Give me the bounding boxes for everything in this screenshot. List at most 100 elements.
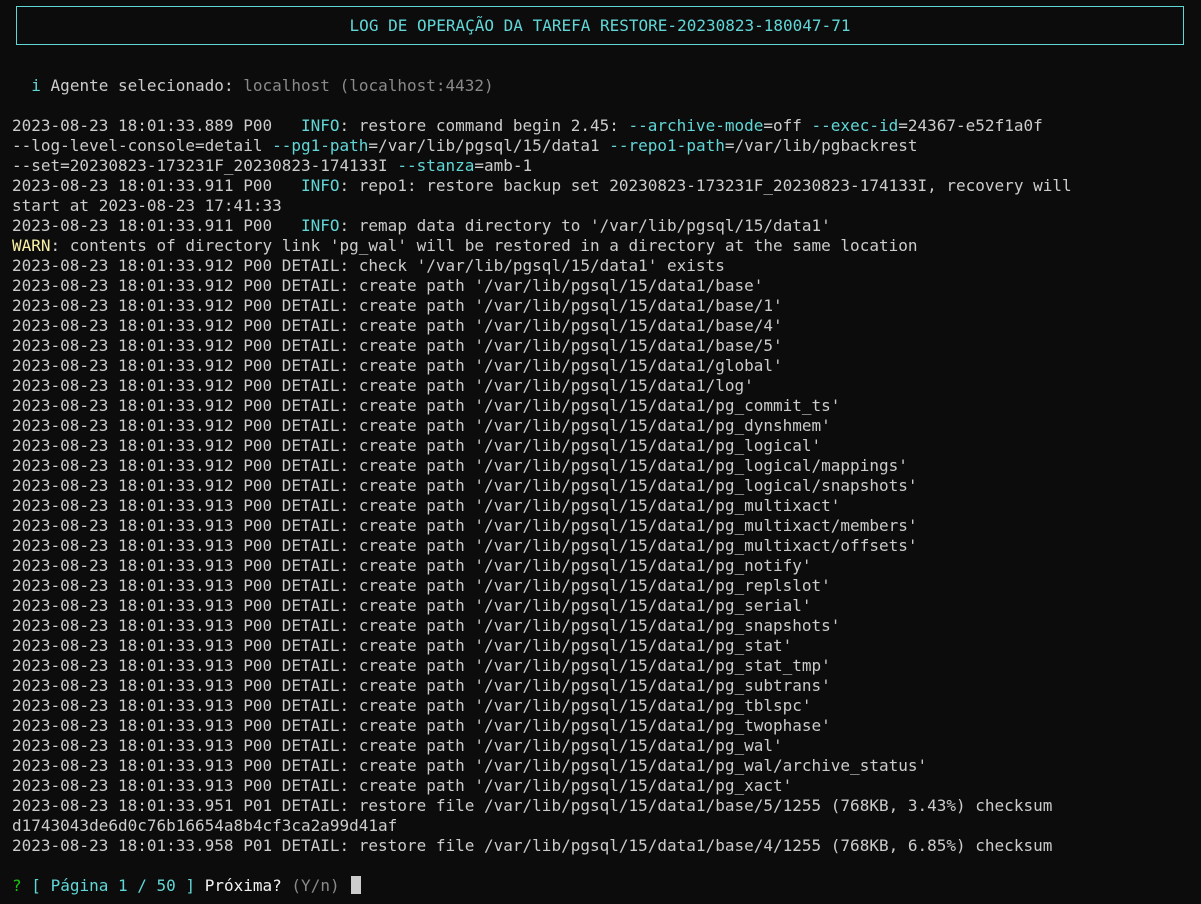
log-segment: --log-level-console=detail [12,136,273,155]
agent-name: localhost [243,76,330,95]
log-segment: --exec-id [811,116,899,135]
log-line: 2023-08-23 18:01:33.912 P00 DETAIL: crea… [12,456,1192,476]
log-line: 2023-08-23 18:01:33.913 P00 DETAIL: crea… [12,556,1192,576]
log-line: 2023-08-23 18:01:33.889 P00 INFO: restor… [12,116,1192,136]
log-segment: 2023-08-23 18:01:33.912 P00 DETAIL: crea… [12,456,908,475]
log-segment: 2023-08-23 18:01:33.913 P00 DETAIL: crea… [12,676,831,695]
log-segment: =amb-1 [474,156,533,175]
agent-label: Agente selecionado: [50,76,234,95]
log-segment: 2023-08-23 18:01:33.913 P00 DETAIL: crea… [12,716,831,735]
log-line: 2023-08-23 18:01:33.912 P00 DETAIL: crea… [12,396,1192,416]
log-line: 2023-08-23 18:01:33.913 P00 DETAIL: crea… [12,636,1192,656]
log-segment: =/var/lib/pgbackrest [724,136,918,155]
log-segment: --pg1-path [272,136,369,155]
log-line: start at 2023-08-23 17:41:33 [12,196,1192,216]
log-line: 2023-08-23 18:01:33.912 P00 DETAIL: crea… [12,296,1192,316]
log-segment: 2023-08-23 18:01:33.912 P00 DETAIL: crea… [12,416,831,435]
log-segment: 2023-08-23 18:01:33.958 P01 DETAIL: rest… [12,836,1053,855]
log-segment: 2023-08-23 18:01:33.889 P00 [12,116,301,135]
log-segment: 2023-08-23 18:01:33.913 P00 DETAIL: crea… [12,556,812,575]
log-output[interactable]: 2023-08-23 18:01:33.889 P00 INFO: restor… [12,116,1192,856]
log-segment: 2023-08-23 18:01:33.913 P00 DETAIL: crea… [12,496,841,515]
log-line: 2023-08-23 18:01:33.913 P00 DETAIL: crea… [12,756,1192,776]
log-line: 2023-08-23 18:01:33.913 P00 DETAIL: crea… [12,576,1192,596]
log-line: 2023-08-23 18:01:33.912 P00 DETAIL: crea… [12,316,1192,336]
log-line: 2023-08-23 18:01:33.912 P00 DETAIL: crea… [12,356,1192,376]
log-line: 2023-08-23 18:01:33.913 P00 DETAIL: crea… [12,596,1192,616]
question-mark-icon: ? [12,876,22,895]
log-line: 2023-08-23 18:01:33.913 P00 DETAIL: crea… [12,736,1192,756]
prompt-close-bracket: ] [185,876,196,895]
log-segment: : repo1: restore backup set 20230823-173… [339,176,1072,195]
log-line: 2023-08-23 18:01:33.958 P01 DETAIL: rest… [12,836,1192,856]
log-segment: 2023-08-23 18:01:33.913 P00 DETAIL: crea… [12,696,812,715]
log-line: 2023-08-23 18:01:33.913 P00 DETAIL: crea… [12,656,1192,676]
log-line: 2023-08-23 18:01:33.951 P01 DETAIL: rest… [12,796,1192,816]
yes-no-options: (Y/n) [291,876,340,895]
log-segment: 2023-08-23 18:01:33.912 P00 DETAIL: crea… [12,336,783,355]
log-segment: 2023-08-23 18:01:33.912 P00 DETAIL: crea… [12,296,783,315]
log-segment: 2023-08-23 18:01:33.912 P00 DETAIL: crea… [12,436,822,455]
log-segment: 2023-08-23 18:01:33.913 P00 DETAIL: crea… [12,776,793,795]
log-line: WARN: contents of directory link 'pg_wal… [12,236,1192,256]
log-line: 2023-08-23 18:01:33.912 P00 DETAIL: chec… [12,256,1192,276]
log-segment: =24367-e52f1a0f [898,116,1043,135]
log-segment: 2023-08-23 18:01:33.912 P00 DETAIL: chec… [12,256,725,275]
page-indicator: Página 1 / 50 [50,876,176,895]
log-segment: 2023-08-23 18:01:33.912 P00 DETAIL: crea… [12,396,841,415]
log-segment: : remap data directory to '/var/lib/pgsq… [339,216,831,235]
log-segment: 2023-08-23 18:01:33.912 P00 DETAIL: crea… [12,376,754,395]
log-segment: --stanza [397,156,475,175]
log-segment: 2023-08-23 18:01:33.913 P00 DETAIL: crea… [12,636,793,655]
log-line: 2023-08-23 18:01:33.912 P00 DETAIL: crea… [12,336,1192,356]
log-line: 2023-08-23 18:01:33.913 P00 DETAIL: crea… [12,716,1192,736]
log-line: --set=20230823-173231F_20230823-174133I … [12,156,1192,176]
log-segment: 2023-08-23 18:01:33.913 P00 DETAIL: crea… [12,616,841,635]
log-segment: --archive-mode [628,116,764,135]
log-line: 2023-08-23 18:01:33.913 P00 DETAIL: crea… [12,696,1192,716]
log-line: 2023-08-23 18:01:33.913 P00 DETAIL: crea… [12,776,1192,796]
pagination-prompt[interactable]: ? [ Página 1 / 50 ] Próxima? (Y/n) [12,876,362,896]
log-segment: --repo1-path [609,136,725,155]
log-segment: 2023-08-23 18:01:33.913 P00 DETAIL: crea… [12,596,812,615]
log-segment: : restore command begin 2.45: [339,116,629,135]
agent-address: (localhost:4432) [339,76,494,95]
log-line: 2023-08-23 18:01:33.911 P00 INFO: repo1:… [12,176,1192,196]
log-line: d1743043de6d0c76b16654a8b4cf3ca2a99d41af [12,816,1192,836]
log-title: LOG DE OPERAÇÃO DA TAREFA RESTORE-202308… [349,16,851,35]
log-segment: =/var/lib/pgsql/15/data1 [368,136,610,155]
log-segment: --set=20230823-173231F_20230823-174133I [12,156,398,175]
log-segment: 2023-08-23 18:01:33.912 P00 DETAIL: crea… [12,316,783,335]
log-line: 2023-08-23 18:01:33.912 P00 DETAIL: crea… [12,376,1192,396]
prompt-open-bracket: [ [31,876,41,895]
log-line: 2023-08-23 18:01:33.913 P00 DETAIL: crea… [12,616,1192,636]
log-segment: 2023-08-23 18:01:33.913 P00 DETAIL: crea… [12,536,918,555]
log-line: 2023-08-23 18:01:33.913 P00 DETAIL: crea… [12,676,1192,696]
log-line: 2023-08-23 18:01:33.913 P00 DETAIL: crea… [12,516,1192,536]
log-segment: 2023-08-23 18:01:33.913 P00 DETAIL: crea… [12,516,918,535]
info-icon: i [31,76,41,95]
text-cursor[interactable] [351,876,362,894]
log-segment: d1743043de6d0c76b16654a8b4cf3ca2a99d41af [12,816,398,835]
log-segment: 2023-08-23 18:01:33.913 P00 DETAIL: crea… [12,736,783,755]
log-line: 2023-08-23 18:01:33.912 P00 DETAIL: crea… [12,276,1192,296]
log-line: 2023-08-23 18:01:33.912 P00 DETAIL: crea… [12,416,1192,436]
log-segment: WARN [12,236,51,255]
log-segment: 2023-08-23 18:01:33.913 P00 DETAIL: crea… [12,576,831,595]
log-segment: 2023-08-23 18:01:33.911 P00 [12,216,301,235]
log-title-box: LOG DE OPERAÇÃO DA TAREFA RESTORE-202308… [16,6,1184,45]
log-segment: 2023-08-23 18:01:33.911 P00 [12,176,301,195]
log-segment: =off [763,116,812,135]
log-segment: 2023-08-23 18:01:33.912 P00 DETAIL: crea… [12,356,783,375]
log-segment: 2023-08-23 18:01:33.912 P00 DETAIL: crea… [12,276,764,295]
log-line: 2023-08-23 18:01:33.911 P00 INFO: remap … [12,216,1192,236]
log-line: --log-level-console=detail --pg1-path=/v… [12,136,1192,156]
log-line: 2023-08-23 18:01:33.913 P00 DETAIL: crea… [12,536,1192,556]
log-segment: start at 2023-08-23 17:41:33 [12,196,282,215]
log-segment: INFO [300,176,340,195]
log-segment: INFO [300,216,340,235]
log-segment: INFO [300,116,340,135]
log-line: 2023-08-23 18:01:33.912 P00 DETAIL: crea… [12,436,1192,456]
selected-agent-line: i Agente selecionado: localhost (localho… [12,76,494,96]
log-segment: 2023-08-23 18:01:33.913 P00 DETAIL: crea… [12,756,928,775]
